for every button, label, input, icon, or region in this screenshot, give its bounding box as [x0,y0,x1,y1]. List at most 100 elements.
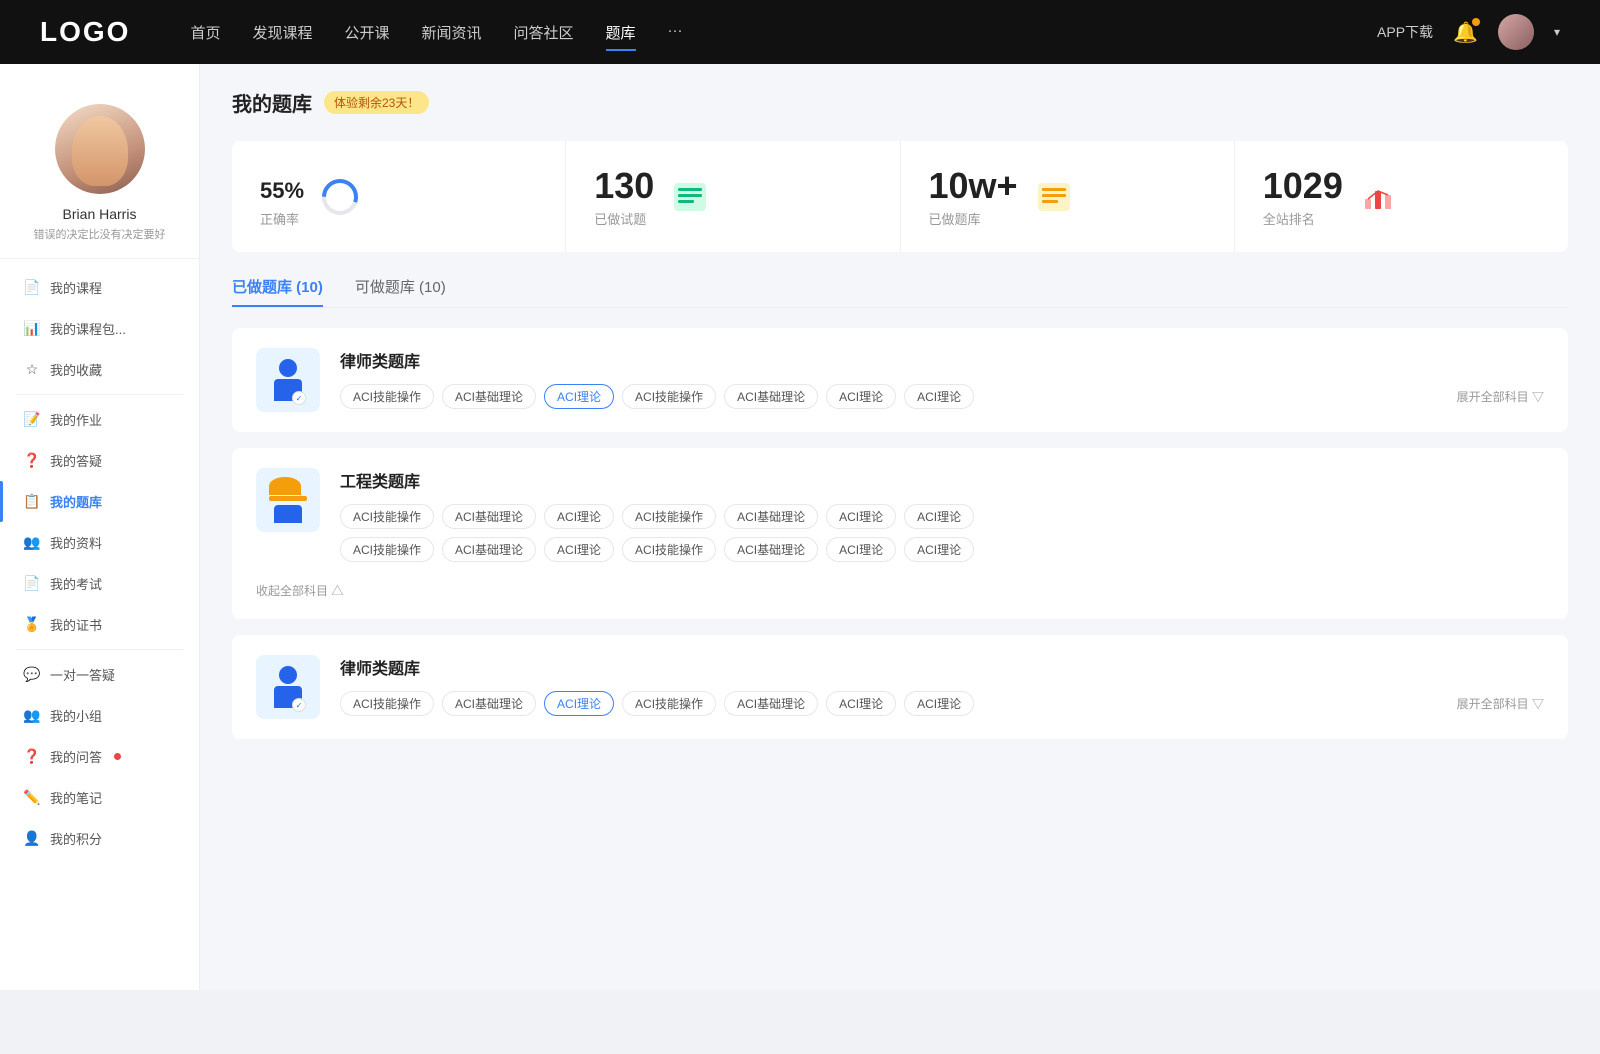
sidebar-item-certificate[interactable]: 🏅 我的证书 [0,604,199,645]
sidebar-item-my-questions[interactable]: ❓ 我的问答 [0,736,199,777]
stat-accuracy: 55% 正确率 [232,141,566,252]
nav-item-more[interactable]: ··· [668,18,683,47]
logo[interactable]: LOGO [40,16,130,48]
sidebar-item-my-data[interactable]: 👥 我的资料 [0,522,199,563]
tag-1-0[interactable]: ACI技能操作 [340,384,434,409]
bank-card-lawyer-1: ✓ 律师类题库 ACI技能操作 ACI基础理论 ACI理论 ACI技能操作 AC… [232,328,1568,432]
quiz-tabs: 已做题库 (10) 可做题库 (10) [232,276,1568,308]
stat-accuracy-text: 55% 正确率 [260,165,304,228]
favorites-icon: ☆ [24,362,40,378]
helmet-brim [269,496,307,501]
sidebar-item-label: 我的课程 [50,278,102,297]
tag-2-e2[interactable]: ACI理论 [544,537,614,562]
tag-2-6[interactable]: ACI理论 [904,504,974,529]
table-green-icon [674,183,706,211]
nav-item-home[interactable]: 首页 [190,18,220,47]
sidebar-item-label: 一对一答疑 [50,665,115,684]
tag-1-4[interactable]: ACI基础理论 [724,384,818,409]
lawyer-figure-icon-2: ✓ [274,666,302,708]
sidebar-item-my-exam[interactable]: 📄 我的考试 [0,563,199,604]
stat-accuracy-value: 55% [260,165,304,207]
profile-avatar[interactable] [55,104,145,194]
sidebar-item-label: 我的小组 [50,706,102,725]
nav-item-open[interactable]: 公开课 [344,18,389,47]
sidebar-item-my-points[interactable]: 👤 我的积分 [0,818,199,859]
lawyer-figure-icon: ✓ [274,359,302,401]
sidebar-item-1on1[interactable]: 💬 一对一答疑 [0,654,199,695]
tab-done-banks[interactable]: 已做题库 (10) [232,276,323,307]
course-packages-icon: 📊 [24,321,40,337]
sidebar-item-my-courses[interactable]: 📄 我的课程 [0,267,199,308]
tag-2-2[interactable]: ACI理论 [544,504,614,529]
stat-ranking-text: 1029 全站排名 [1263,165,1343,228]
stat-done-banks-text: 10w+ 已做题库 [929,165,1018,228]
sidebar-item-favorites[interactable]: ☆ 我的收藏 [0,349,199,390]
tag-2-e3[interactable]: ACI技能操作 [622,537,716,562]
tag-3-2[interactable]: ACI理论 [544,691,614,716]
sidebar-item-my-quiz[interactable]: 📋 我的题库 [0,481,199,522]
nav-item-quiz[interactable]: 题库 [606,18,636,47]
avatar-chevron-icon[interactable]: ▾ [1554,25,1560,39]
stat-done-questions-text: 130 已做试题 [594,165,654,228]
collapse-label[interactable]: 收起全部科目 △ [256,582,343,599]
tag-3-6[interactable]: ACI理论 [904,691,974,716]
tag-1-6[interactable]: ACI理论 [904,384,974,409]
sidebar-item-homework[interactable]: 📝 我的作业 [0,399,199,440]
sidebar-item-qa-mine[interactable]: ❓ 我的答疑 [0,440,199,481]
tag-3-1[interactable]: ACI基础理论 [442,691,536,716]
collapse-link-2[interactable]: 收起全部科目 △ [256,582,343,599]
tag-2-3[interactable]: ACI技能操作 [622,504,716,529]
user-profile-section: Brian Harris 错误的决定比没有决定要好 [0,84,199,259]
top-nav: LOGO 首页 发现课程 公开课 新闻资讯 问答社区 题库 ··· APP下载 … [0,0,1600,64]
expand-link-1[interactable]: 展开全部科目 ▽ [1457,388,1544,405]
bank-card-engineer: 工程类题库 ACI技能操作 ACI基础理论 ACI理论 ACI技能操作 ACI基… [232,448,1568,619]
sidebar-item-label: 我的收藏 [50,360,102,379]
stat-done-banks-label: 已做题库 [929,209,1018,228]
tag-3-4[interactable]: ACI基础理论 [724,691,818,716]
tab-available-banks[interactable]: 可做题库 (10) [355,276,446,307]
stat-done-questions-label: 已做试题 [594,209,654,228]
tag-1-2[interactable]: ACI理论 [544,384,614,409]
sidebar-divider-1 [16,394,183,395]
tag-2-4[interactable]: ACI基础理论 [724,504,818,529]
sidebar-item-my-notes[interactable]: ✏️ 我的笔记 [0,777,199,818]
exam-icon: 📄 [24,576,40,592]
bank-card-lawyer-2: ✓ 律师类题库 ACI技能操作 ACI基础理论 ACI理论 ACI技能操作 AC… [232,635,1568,739]
tag-2-1[interactable]: ACI基础理论 [442,504,536,529]
user-avatar[interactable] [1498,14,1534,50]
tag-2-e6[interactable]: ACI理论 [904,537,974,562]
app-download-link[interactable]: APP下载 [1377,22,1433,42]
1on1-icon: 💬 [24,667,40,683]
expand-link-3[interactable]: 展开全部科目 ▽ [1457,695,1544,712]
qa-mine-icon: ❓ [24,453,40,469]
stat-done-banks-value: 10w+ [929,165,1018,207]
stat-done-questions-value: 130 [594,165,654,207]
tag-2-e4[interactable]: ACI基础理论 [724,537,818,562]
tag-1-1[interactable]: ACI基础理论 [442,384,536,409]
tag-1-3[interactable]: ACI技能操作 [622,384,716,409]
nav-item-discover[interactable]: 发现课程 [252,18,312,47]
engineer-helmet-icon [269,477,307,523]
tag-2-5[interactable]: ACI理论 [826,504,896,529]
tag-2-e1[interactable]: ACI基础理论 [442,537,536,562]
tag-2-0[interactable]: ACI技能操作 [340,504,434,529]
certificate-icon: 🏅 [24,617,40,633]
tag-1-5[interactable]: ACI理论 [826,384,896,409]
stat-done-questions: 130 已做试题 [566,141,900,252]
notification-bell[interactable]: 🔔 [1453,20,1478,45]
nav-item-news[interactable]: 新闻资讯 [422,18,482,47]
tag-3-0[interactable]: ACI技能操作 [340,691,434,716]
tag-3-5[interactable]: ACI理论 [826,691,896,716]
nav-item-qa[interactable]: 问答社区 [514,18,574,47]
lawyer-check-icon: ✓ [292,391,306,405]
sidebar-item-course-packages[interactable]: 📊 我的课程包... [0,308,199,349]
bank-card-inner-2: 工程类题库 ACI技能操作 ACI基础理论 ACI理论 ACI技能操作 ACI基… [256,468,974,562]
tag-2-e0[interactable]: ACI技能操作 [340,537,434,562]
sidebar-item-my-group[interactable]: 👥 我的小组 [0,695,199,736]
done-banks-icon [1034,177,1074,217]
tag-2-e5[interactable]: ACI理论 [826,537,896,562]
stat-done-banks: 10w+ 已做题库 [901,141,1235,252]
tag-3-3[interactable]: ACI技能操作 [622,691,716,716]
lawyer-body: ✓ [274,379,302,401]
bank-card-title-1: 律师类题库 [340,348,1544,372]
